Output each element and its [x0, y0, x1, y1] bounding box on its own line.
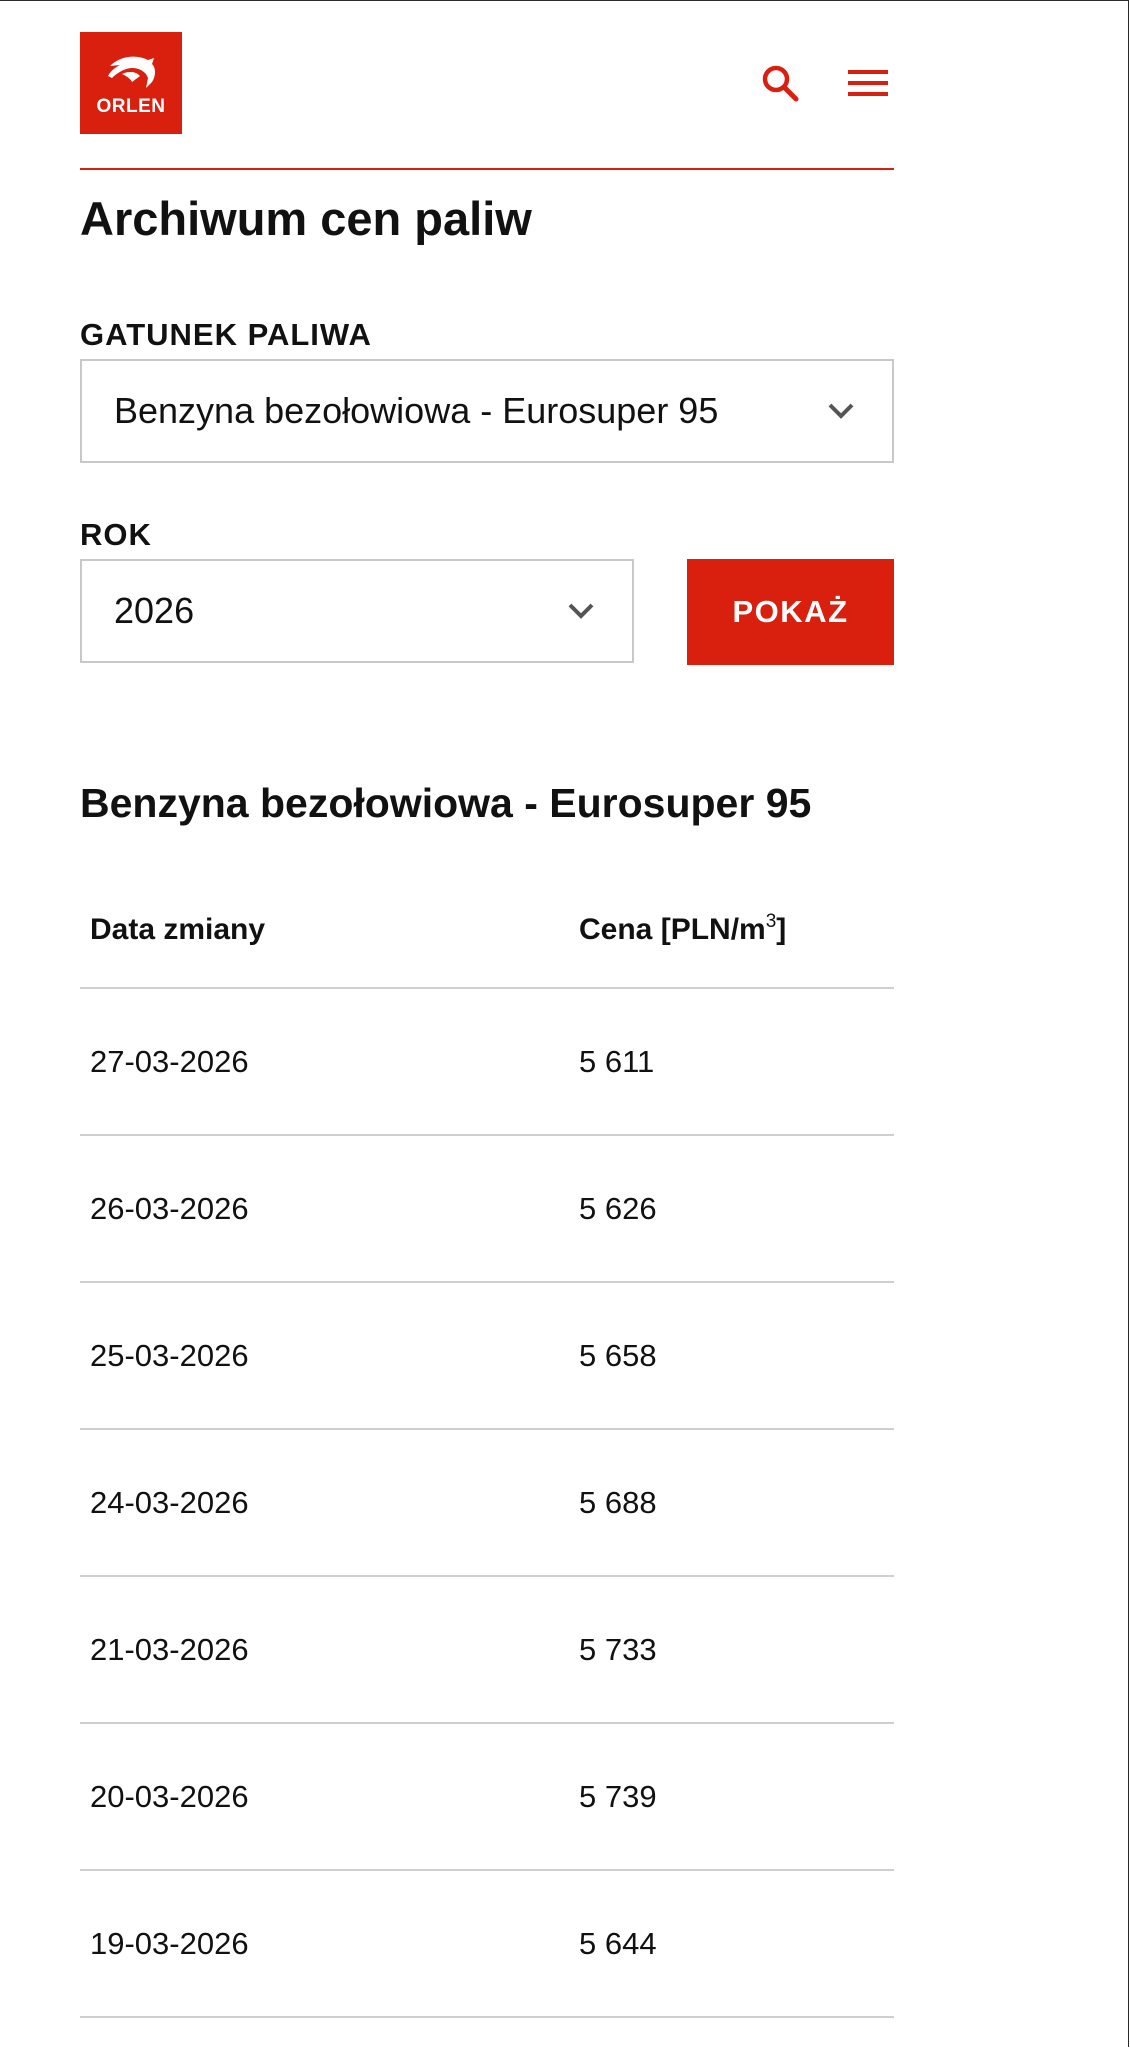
year-label: ROK [80, 517, 152, 552]
eagle-logo-icon [108, 56, 155, 88]
fuel-type-label: GATUNEK PALIWA [80, 317, 372, 352]
table-header-row: Data zmiany Cena [PLN/m3] [80, 873, 894, 989]
site-header: ORLEN [80, 32, 894, 170]
results-title: Benzyna bezołowiowa - Eurosuper 95 [80, 780, 812, 826]
show-button[interactable]: POKAŻ [687, 559, 894, 665]
table-row: 20-03-2026 5 739 [80, 1723, 894, 1871]
row-price: 5 688 [579, 1429, 894, 1577]
menu-button[interactable] [845, 60, 891, 106]
row-date: 24-03-2026 [80, 1429, 579, 1577]
chevron-down-icon [556, 602, 606, 620]
search-icon [762, 65, 799, 102]
year-value: 2026 [114, 590, 195, 631]
row-date: 21-03-2026 [80, 1576, 579, 1724]
row-date: 20-03-2026 [80, 1723, 579, 1871]
row-price: 5 626 [579, 1135, 894, 1283]
table-row: 26-03-2026 5 626 [80, 1135, 894, 1283]
price-header-prefix: Cena [ [579, 913, 671, 946]
row-date: 19-03-2026 [80, 1870, 579, 2018]
year-select[interactable]: 2026 [80, 559, 634, 663]
table-row: 27-03-2026 5 611 [80, 988, 894, 1136]
row-price: 5 611 [579, 988, 894, 1136]
table-row: 19-03-2026 5 644 [80, 1870, 894, 2018]
table-row: 24-03-2026 5 688 [80, 1429, 894, 1577]
table-row: 25-03-2026 5 658 [80, 1282, 894, 1430]
price-table: Data zmiany Cena [PLN/m3] 27-03-2026 5 6… [80, 873, 894, 2018]
column-header-date: Data zmiany [80, 873, 579, 989]
row-date: 27-03-2026 [80, 988, 579, 1136]
row-price: 5 644 [579, 1870, 894, 2018]
price-header-exponent: 3 [765, 911, 777, 932]
row-date: 26-03-2026 [80, 1135, 579, 1283]
price-header-unit: PLN/m [670, 913, 766, 946]
fuel-type-value: Benzyna bezołowiowa - Eurosuper 95 [114, 390, 719, 431]
row-date: 25-03-2026 [80, 1282, 579, 1430]
hamburger-menu-icon [848, 70, 888, 96]
row-price: 5 658 [579, 1282, 894, 1430]
search-button[interactable] [757, 60, 803, 106]
row-price: 5 733 [579, 1576, 894, 1724]
table-row: 21-03-2026 5 733 [80, 1576, 894, 1724]
page-title: Archiwum cen paliw [80, 192, 532, 245]
orlen-logo[interactable]: ORLEN [80, 32, 182, 134]
row-price: 5 739 [579, 1723, 894, 1871]
column-header-price: Cena [PLN/m3] [579, 873, 894, 989]
fuel-type-select[interactable]: Benzyna bezołowiowa - Eurosuper 95 [80, 359, 894, 463]
chevron-down-icon [816, 402, 866, 420]
logo-text: ORLEN [96, 96, 166, 117]
price-header-suffix: ] [776, 913, 787, 946]
